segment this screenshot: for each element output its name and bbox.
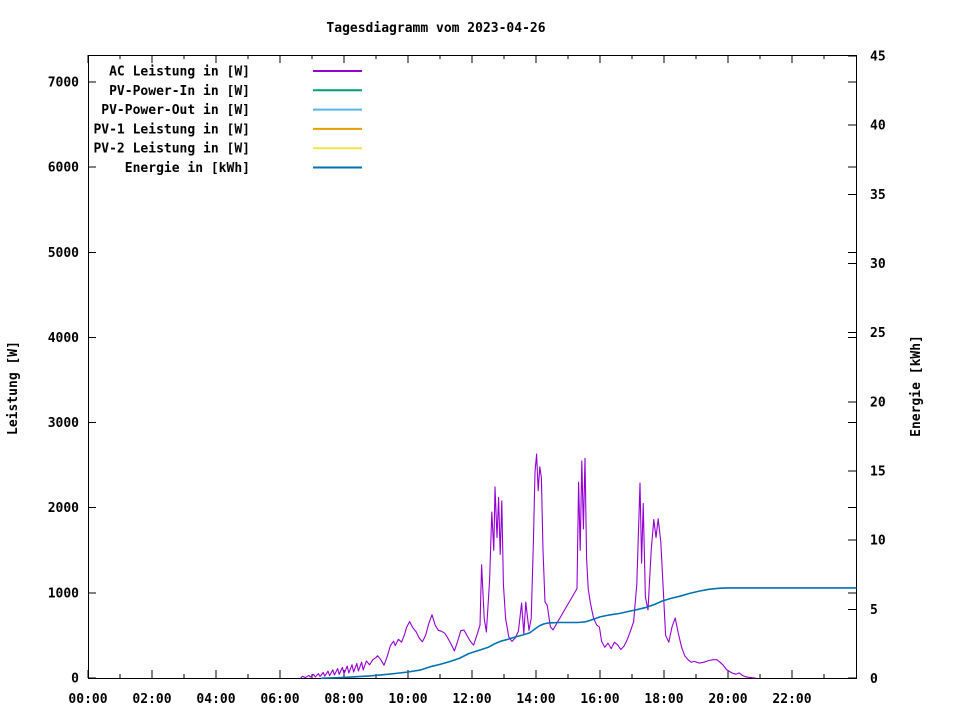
x-tick-label: 14:00	[516, 692, 555, 707]
x-tick-label: 06:00	[260, 692, 299, 707]
y-left-tick-label: 4000	[48, 331, 79, 346]
x-tick-label: 04:00	[196, 692, 235, 707]
y-right-tick-label: 10	[870, 534, 886, 549]
x-tick-label: 16:00	[580, 692, 619, 707]
y-right-tick-label: 25	[870, 326, 886, 341]
y-right-tick-label: 0	[870, 672, 878, 687]
y-left-tick-label: 2000	[48, 501, 79, 516]
y-left-tick-label: 5000	[48, 246, 79, 261]
x-tick-label: 02:00	[132, 692, 171, 707]
y-right-tick-label: 45	[870, 50, 886, 65]
legend-label: PV-Power-Out in [W]	[101, 103, 250, 118]
x-tick-label: 10:00	[388, 692, 427, 707]
y-right-tick-label: 30	[870, 257, 886, 272]
y-left-tick-label: 1000	[48, 586, 79, 601]
plot-area: 00:00 02:00 04:00 06:00 08:00 10:00 12:00 14:00…	[48, 50, 886, 707]
y-left-tick-label: 7000	[48, 76, 79, 91]
y-right-tick-label: 20	[870, 395, 886, 410]
y-left-tick-label: 6000	[48, 161, 79, 176]
legend-label: PV-1 Leistung in [W]	[93, 122, 250, 137]
series-line-ac-leistung-in-w	[300, 453, 756, 679]
legend-label: PV-2 Leistung in [W]	[93, 142, 250, 157]
y-right-tick-label: 35	[870, 188, 886, 203]
x-tick-label: 00:00	[68, 692, 107, 707]
legend-label: PV-Power-In in [W]	[109, 84, 250, 99]
y-right-tick-label: 15	[870, 465, 886, 480]
y-left-tick-label: 3000	[48, 416, 79, 431]
legend-label: Energie in [kWh]	[125, 161, 250, 176]
legend-label: AC Leistung in [W]	[109, 65, 250, 80]
chart-image: Tagesdiagramm vom 2023-04-26 Leistung [W…	[0, 0, 960, 720]
y-right-tick-label: 40	[870, 119, 886, 134]
x-tick-label: 12:00	[452, 692, 491, 707]
y-right-tick-label: 5	[870, 603, 878, 618]
x-tick-label: 22:00	[772, 692, 811, 707]
y-left-tick-label: 0	[71, 672, 79, 687]
x-tick-label: 18:00	[644, 692, 683, 707]
x-tick-label: 08:00	[324, 692, 363, 707]
x-tick-label: 20:00	[708, 692, 747, 707]
series-line-energie-in-kwh	[320, 587, 857, 680]
